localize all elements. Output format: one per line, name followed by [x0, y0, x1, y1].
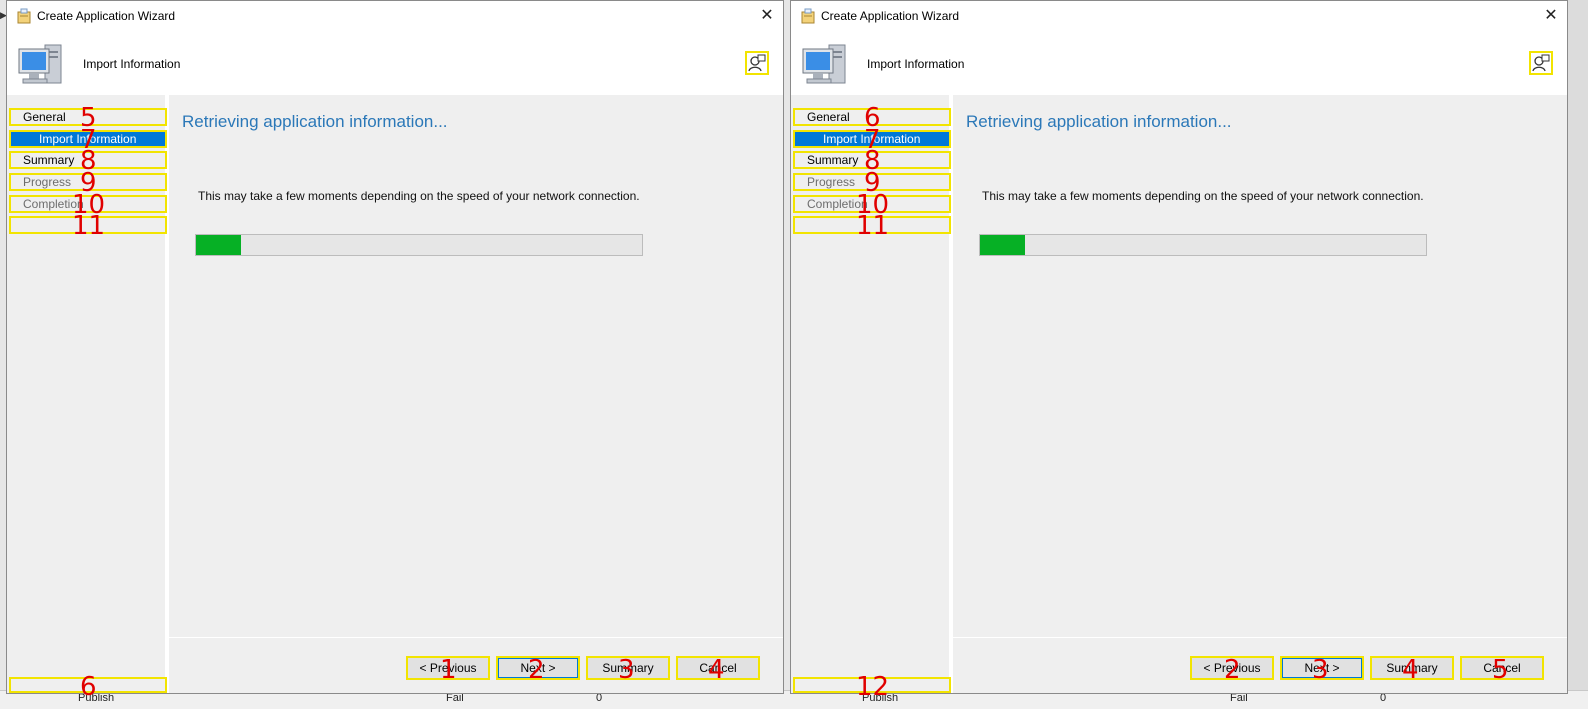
step-general[interactable]: General — [793, 108, 951, 126]
window-title: Create Application Wizard — [821, 9, 960, 23]
help-button[interactable] — [1529, 51, 1553, 75]
step-general[interactable]: General — [9, 108, 167, 126]
page-title: Import Information — [867, 57, 965, 71]
cancel-button[interactable]: Cancel — [1460, 656, 1544, 680]
wizard-window: Create Application Wizard ✕ Import Infor… — [790, 0, 1568, 694]
title-bar: Create Application Wizard ✕ — [791, 1, 1567, 31]
wizard-header: Import Information — [7, 31, 783, 95]
previous-button[interactable]: < Previous — [1190, 656, 1274, 680]
help-person-icon — [748, 54, 766, 72]
help-person-icon — [1532, 54, 1550, 72]
window-title: Create Application Wizard — [37, 9, 176, 23]
button-divider — [953, 637, 1567, 638]
summary-button[interactable]: Summary — [1370, 656, 1454, 680]
close-button[interactable]: ✕ — [755, 5, 779, 27]
page-title: Import Information — [83, 57, 181, 71]
step-progress[interactable]: Progress — [793, 173, 951, 191]
close-icon: ✕ — [760, 7, 774, 24]
content-heading: Retrieving application information... — [182, 112, 448, 131]
computer-icon — [802, 44, 846, 84]
cancel-button[interactable]: Cancel — [676, 656, 760, 680]
wizard-content: Retrieving application information... Th… — [169, 95, 783, 693]
step-blank[interactable] — [793, 216, 951, 234]
sidebar-bottom-area[interactable] — [9, 677, 167, 693]
progress-bar — [195, 234, 643, 256]
next-button[interactable]: Next > — [1280, 656, 1364, 680]
step-completion[interactable]: Completion — [793, 195, 951, 213]
step-completion[interactable]: Completion — [9, 195, 167, 213]
wizard-steps-sidebar: General Import Information Summary Progr… — [7, 95, 167, 693]
status-message: This may take a few moments depending on… — [982, 189, 1424, 203]
step-summary[interactable]: Summary — [9, 151, 167, 169]
button-divider — [169, 637, 783, 638]
close-icon: ✕ — [1544, 7, 1558, 24]
wizard-header: Import Information — [791, 31, 1567, 95]
progress-fill — [196, 235, 241, 255]
step-import-information[interactable]: Import Information — [793, 130, 951, 148]
step-summary[interactable]: Summary — [793, 151, 951, 169]
wizard-window: Create Application Wizard ✕ Import Infor… — [6, 0, 784, 694]
title-bar: Create Application Wizard ✕ — [7, 1, 783, 31]
step-progress[interactable]: Progress — [9, 173, 167, 191]
step-import-information[interactable]: Import Information — [9, 130, 167, 148]
wizard-content: Retrieving application information... Th… — [953, 95, 1567, 693]
step-blank[interactable] — [9, 216, 167, 234]
progress-bar — [979, 234, 1427, 256]
wizard-app-icon — [17, 8, 31, 24]
progress-fill — [980, 235, 1025, 255]
wizard-steps-sidebar: General Import Information Summary Progr… — [791, 95, 951, 693]
wizard-app-icon — [801, 8, 815, 24]
next-button[interactable]: Next > — [496, 656, 580, 680]
status-message: This may take a few moments depending on… — [198, 189, 640, 203]
computer-icon — [18, 44, 62, 84]
close-button[interactable]: ✕ — [1539, 5, 1563, 27]
summary-button[interactable]: Summary — [586, 656, 670, 680]
content-heading: Retrieving application information... — [966, 112, 1232, 131]
previous-button[interactable]: < Previous — [406, 656, 490, 680]
sidebar-bottom-area[interactable] — [793, 677, 951, 693]
help-button[interactable] — [745, 51, 769, 75]
